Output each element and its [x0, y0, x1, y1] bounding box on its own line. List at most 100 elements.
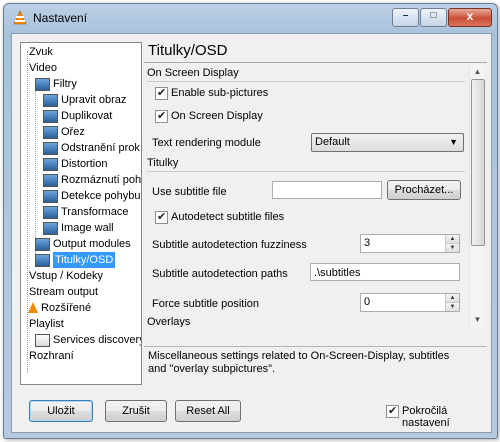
tree-item-odstraneni-prokladani[interactable]: Odstranění prok	[43, 140, 140, 156]
on-screen-display-label: On Screen Display	[171, 110, 263, 122]
tree-item-zvuk[interactable]: Zvuk	[27, 44, 53, 60]
tree-item-label: Odstranění prok	[61, 142, 140, 154]
checkmark-icon: ✔	[157, 109, 167, 122]
tree-item-duplikovat[interactable]: Duplikovat	[43, 108, 112, 124]
maximize-icon: □	[430, 10, 437, 21]
tree-guide-line	[35, 83, 36, 258]
module-icon	[43, 110, 58, 123]
text-rendering-select[interactable]: Default ▼	[311, 133, 464, 152]
tree-item-orez[interactable]: Ořez	[43, 124, 85, 140]
tree-item-playlist[interactable]: Playlist	[27, 316, 64, 332]
tree-item-label: Transformace	[61, 206, 129, 218]
fuzziness-label: Subtitle autodetection fuzziness	[152, 239, 307, 251]
force-position-value: 0	[364, 296, 371, 308]
section-title-overlays: Overlays	[147, 316, 191, 327]
tree-item-rozsirene[interactable]: Rozšířené	[27, 300, 91, 316]
scrollbar-thumb[interactable]	[471, 79, 485, 246]
settings-scrollbar[interactable]: ▲ ▼	[469, 64, 485, 327]
on-screen-display-checkbox[interactable]: ✔	[155, 109, 168, 123]
advanced-settings-checkbox[interactable]: ✔	[386, 404, 399, 418]
maximize-button[interactable]: □	[420, 8, 447, 27]
checkmark-icon: ✔	[157, 86, 167, 99]
force-position-label: Force subtitle position	[152, 298, 259, 310]
section-divider	[147, 171, 465, 172]
spin-up-icon[interactable]: ▲	[446, 235, 459, 244]
text-rendering-label: Text rendering module	[152, 137, 261, 149]
header-divider	[144, 62, 487, 63]
tree-item-label: Upravit obraz	[61, 94, 127, 106]
chevron-down-icon: ▼	[449, 137, 458, 147]
tree-item-label: Video	[29, 62, 57, 74]
tree-item-label: Stream output	[29, 286, 99, 298]
page-title: Titulky/OSD	[148, 42, 228, 59]
spin-up-icon[interactable]: ▲	[446, 294, 459, 303]
tree-item-label: Ořez	[61, 126, 85, 138]
paths-input[interactable]: .\subtitles	[310, 263, 460, 281]
spin-down-icon[interactable]: ▼	[446, 244, 459, 252]
module-icon	[35, 254, 50, 267]
tree-item-detekce-pohybu[interactable]: Detekce pohybu	[43, 188, 141, 204]
module-icon	[43, 190, 58, 203]
close-button[interactable]: x	[448, 8, 492, 27]
reset-all-button[interactable]: Reset All	[175, 400, 241, 422]
autodetect-label: Autodetect subtitle files	[171, 211, 285, 223]
help-divider	[144, 346, 487, 347]
tree-item-rozmaznuti-pohybu[interactable]: Rozmáznutí poh	[43, 172, 141, 188]
module-icon	[35, 238, 50, 251]
dialog-body: Zvuk Video Filtry Upravit obraz Duplikov…	[11, 33, 492, 433]
cancel-button[interactable]: Zrušit	[105, 400, 167, 422]
autodetect-checkbox[interactable]: ✔	[155, 210, 168, 224]
help-text: Miscellaneous settings related to On-Scr…	[148, 350, 450, 375]
tree-item-image-wall[interactable]: Image wall	[43, 220, 114, 236]
tree-item-label: Rozmáznutí poh	[61, 174, 142, 186]
tree-item-distortion[interactable]: Distortion	[43, 156, 107, 172]
subtitle-file-input[interactable]	[272, 181, 382, 199]
title-bar[interactable]: Nastavení – □ x	[4, 4, 497, 32]
section-divider	[147, 81, 465, 82]
spin-down-icon[interactable]: ▼	[446, 303, 459, 311]
module-icon	[43, 142, 58, 155]
subtitle-file-label: Use subtitle file	[152, 186, 227, 198]
tree-item-upravit-obraz[interactable]: Upravit obraz	[43, 92, 126, 108]
scroll-down-icon[interactable]: ▼	[470, 312, 485, 327]
tree-item-label: Rozšířené	[41, 302, 92, 314]
close-icon: x	[466, 9, 474, 23]
settings-scroll-area[interactable]: On Screen Display ✔ Enable sub-pictures …	[144, 64, 486, 327]
tree-item-label: Duplikovat	[61, 110, 113, 122]
paths-label: Subtitle autodetection paths	[152, 268, 288, 280]
window-title: Nastavení	[33, 11, 88, 25]
tree-item-label: Rozhraní	[29, 350, 74, 362]
tree-item-label: Titulky/OSD	[53, 252, 116, 268]
vlc-cone-icon	[28, 302, 38, 313]
module-icon	[43, 94, 58, 107]
tree-item-transformace[interactable]: Transformace	[43, 204, 128, 220]
force-position-spinbox[interactable]: 0 ▲ ▼	[360, 293, 460, 312]
tree-item-vstup-kodeky[interactable]: Vstup / Kodeky	[27, 268, 103, 284]
module-icon	[43, 126, 58, 139]
enable-subpictures-checkbox[interactable]: ✔	[155, 86, 168, 100]
fuzziness-value: 3	[364, 237, 371, 249]
tree-item-label: Distortion	[61, 158, 108, 170]
module-icon	[43, 174, 58, 187]
save-button[interactable]: Uložit	[29, 400, 93, 422]
tree-item-rozhrani[interactable]: Rozhraní	[27, 348, 74, 364]
tree-item-titulky-osd[interactable]: Titulky/OSD	[35, 252, 116, 268]
checkmark-icon: ✔	[388, 404, 398, 417]
tree-item-label: Image wall	[61, 222, 114, 234]
browse-button[interactable]: Procházet...	[387, 180, 461, 200]
scroll-up-icon[interactable]: ▲	[470, 64, 485, 79]
minimize-button[interactable]: –	[392, 8, 419, 27]
category-tree[interactable]: Zvuk Video Filtry Upravit obraz Duplikov…	[20, 42, 142, 385]
tree-item-label: Vstup / Kodeky	[29, 270, 103, 282]
fuzziness-spinbox[interactable]: 3 ▲ ▼	[360, 234, 460, 253]
preferences-window: Nastavení – □ x Zvuk Video Filtry Upravi…	[3, 3, 498, 439]
tree-item-output-modules[interactable]: Output modules	[35, 236, 131, 252]
tree-item-stream-output[interactable]: Stream output	[27, 284, 98, 300]
module-icon	[43, 206, 58, 219]
tree-item-services-discovery[interactable]: Services discovery	[35, 332, 141, 348]
tree-item-filtry[interactable]: Filtry	[35, 76, 77, 92]
tree-item-label: Detekce pohybu	[61, 190, 141, 202]
tree-item-label: Zvuk	[29, 46, 53, 58]
enable-subpictures-label: Enable sub-pictures	[171, 87, 269, 99]
tree-item-video[interactable]: Video	[27, 60, 57, 76]
